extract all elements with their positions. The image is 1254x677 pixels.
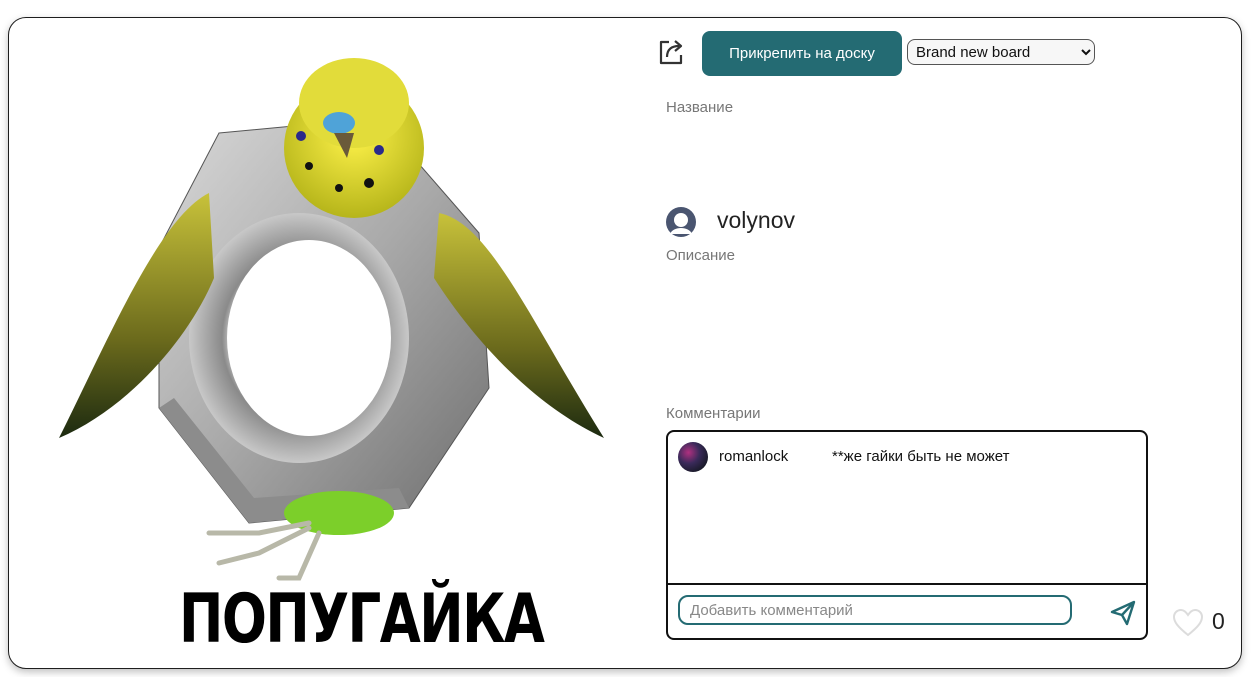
comment-user[interactable]: romanlock	[719, 448, 788, 465]
user-avatar-icon	[666, 207, 696, 237]
author-avatar[interactable]	[665, 206, 697, 238]
send-icon	[1110, 600, 1136, 626]
comment-input[interactable]	[678, 595, 1072, 625]
pin-image: ПОПУГАЙКА	[9, 18, 649, 668]
pin-to-board-button[interactable]: Прикрепить на доску	[702, 31, 902, 76]
like-count: 0	[1212, 608, 1225, 634]
board-select[interactable]: Brand new board	[907, 39, 1095, 65]
like-button[interactable]	[1172, 608, 1204, 638]
image-caption: ПОПУГАЙКА	[179, 580, 545, 659]
comment-item: romanlock **же гайки быть не может	[678, 442, 1128, 472]
parrot-nut-illustration	[59, 58, 604, 581]
comment-input-bar	[668, 583, 1146, 638]
send-comment-button[interactable]	[1109, 599, 1137, 627]
share-button[interactable]	[657, 37, 685, 67]
pin-card: ПОПУГАЙКА Прикрепить на доску Brand new …	[8, 17, 1242, 669]
title-label: Название	[666, 99, 734, 116]
author-name[interactable]: volynov	[717, 207, 795, 234]
heart-icon	[1172, 608, 1204, 637]
share-icon	[659, 40, 683, 65]
description-label: Описание	[666, 247, 736, 264]
comment-avatar[interactable]	[678, 442, 708, 472]
comments-label: Комментарии	[666, 405, 761, 422]
comment-text: **же гайки быть не может	[832, 448, 1010, 465]
comments-box: romanlock **же гайки быть не может	[666, 430, 1148, 640]
